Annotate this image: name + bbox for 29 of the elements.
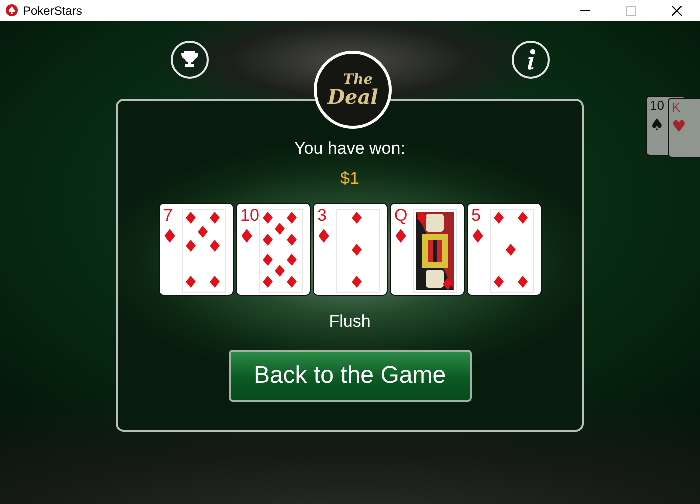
win-heading: You have won: (294, 139, 406, 159)
maximize-icon (626, 6, 636, 16)
card-rank: 5 (472, 207, 481, 224)
card-rank: K (672, 101, 681, 114)
spade-logo-icon (6, 4, 18, 17)
info-button[interactable] (512, 41, 550, 79)
suit-symbol: ♠ (650, 117, 662, 131)
card-rank: 10 (650, 99, 664, 112)
suit-symbol: ♦ (470, 228, 487, 247)
card-rank: 7 (164, 207, 173, 224)
back-to-game-button[interactable]: Back to the Game (228, 350, 472, 402)
minimize-icon (580, 10, 590, 11)
trophy-button[interactable] (171, 41, 209, 79)
card-rank: Q (394, 207, 408, 224)
suit-symbol: ♥ (672, 119, 684, 133)
suit-symbol: ♦ (392, 228, 410, 247)
hand-name: Flush (329, 312, 371, 332)
logo-text: The (343, 73, 373, 87)
card-rank: 10 (240, 207, 260, 224)
suit-symbol: ♦ (316, 228, 333, 247)
win-amount: $1 (340, 169, 360, 189)
card-rank: 3 (318, 207, 327, 224)
info-icon (525, 49, 537, 71)
trophy-icon (180, 50, 200, 70)
suit-symbol: ♦ (162, 228, 179, 247)
logo-text: Deal (328, 87, 378, 107)
window-title: PokerStars (23, 4, 84, 18)
suit-symbol: ♦ (238, 228, 256, 247)
close-icon (672, 6, 682, 16)
